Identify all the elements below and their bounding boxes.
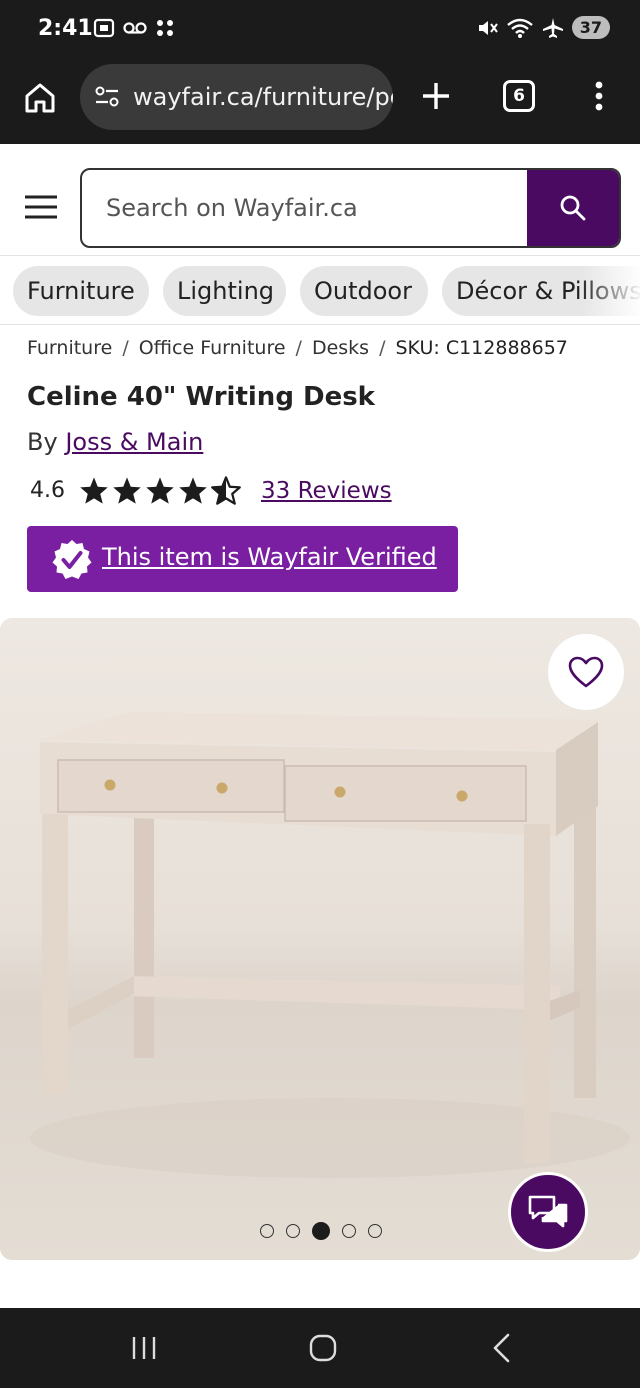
star-full-icon: [179, 477, 207, 504]
status-time: 2:41: [38, 16, 93, 41]
star-rating: [79, 476, 241, 505]
wifi-icon: [506, 18, 533, 38]
gallery-dot[interactable]: [286, 1224, 300, 1238]
rating-value: 4.6: [30, 478, 65, 503]
hamburger-menu-icon[interactable]: [24, 194, 58, 220]
voicemail-icon: [123, 22, 147, 34]
product-title: Celine 40" Writing Desk: [27, 382, 375, 412]
category-chip-lighting[interactable]: Lighting: [163, 266, 286, 316]
brand-prefix: By: [27, 428, 58, 456]
mute-icon: [478, 20, 498, 35]
category-chip-outdoor[interactable]: Outdoor: [300, 266, 428, 316]
favorite-button[interactable]: [548, 634, 624, 710]
star-full-icon: [113, 477, 141, 504]
product-image-gallery[interactable]: [0, 618, 640, 1260]
url-text[interactable]: wayfair.ca/furniture/pdp/joss-main-celin…: [133, 83, 393, 111]
search-icon: [560, 195, 586, 221]
search-button[interactable]: [527, 170, 619, 246]
breadcrumb-item-office-furniture[interactable]: Office Furniture: [139, 337, 286, 359]
category-chip-furniture[interactable]: Furniture: [13, 266, 149, 316]
tab-switcher-button[interactable]: 6: [503, 80, 535, 112]
new-tab-button[interactable]: [418, 78, 454, 114]
reviews-link[interactable]: 33 Reviews: [261, 478, 392, 504]
wayfair-verified-banner[interactable]: This item is Wayfair Verified: [27, 526, 458, 592]
browser-home-button[interactable]: [22, 80, 58, 116]
airplane-mode-icon: [542, 17, 563, 38]
breadcrumb: Furniture / Office Furniture / Desks / S…: [27, 337, 568, 359]
gallery-dot[interactable]: [368, 1224, 382, 1238]
heart-icon: [568, 656, 604, 688]
search-bar: [80, 168, 621, 248]
chat-button[interactable]: [508, 1172, 588, 1252]
chat-icon: [528, 1195, 568, 1228]
star-half-icon: [211, 476, 241, 505]
status-system-icons: 37: [476, 16, 610, 39]
browser-toolbar: wayfair.ca/furniture/pdp/joss-main-celin…: [0, 60, 640, 144]
back-button[interactable]: [490, 1332, 512, 1364]
product-photo-writing-desk: [30, 712, 630, 1178]
breadcrumb-separator: /: [379, 337, 386, 359]
category-nav: Furniture Lighting Outdoor Décor & Pillo…: [0, 257, 640, 325]
battery-indicator: 37: [571, 16, 610, 39]
rating-summary: 4.6 33 Reviews: [30, 476, 392, 505]
site-settings-icon[interactable]: [94, 86, 120, 108]
gallery-pagination: [260, 1222, 382, 1240]
browser-menu-button[interactable]: [588, 78, 610, 114]
brand-line: By Joss & Main: [27, 428, 203, 456]
brand-link[interactable]: Joss & Main: [65, 428, 203, 456]
system-navigation-bar: [0, 1308, 640, 1388]
star-full-icon: [80, 477, 108, 504]
product-sku: SKU: C112888657: [395, 337, 568, 359]
system-home-button[interactable]: [309, 1334, 337, 1362]
verified-badge-icon: [52, 540, 92, 579]
breadcrumb-item-furniture[interactable]: Furniture: [27, 337, 112, 359]
recent-apps-button[interactable]: [130, 1334, 158, 1362]
gallery-dot[interactable]: [260, 1224, 274, 1238]
star-full-icon: [146, 477, 174, 504]
gallery-dot-active[interactable]: [312, 1222, 330, 1240]
screenshot-icon: [93, 18, 115, 38]
breadcrumb-separator: /: [122, 337, 129, 359]
breadcrumb-item-desks[interactable]: Desks: [312, 337, 369, 359]
search-input[interactable]: [106, 170, 526, 246]
status-bar: 2:41 37: [0, 0, 640, 60]
breadcrumb-separator: /: [295, 337, 302, 359]
chip-scroll-fade: [580, 257, 640, 324]
more-notifications-icon: [157, 20, 173, 36]
site-header: [0, 146, 640, 256]
gallery-dot[interactable]: [342, 1224, 356, 1238]
address-bar[interactable]: wayfair.ca/furniture/pdp/joss-main-celin…: [80, 64, 393, 130]
status-notification-icons: [93, 18, 175, 38]
verified-text[interactable]: This item is Wayfair Verified: [102, 543, 437, 571]
